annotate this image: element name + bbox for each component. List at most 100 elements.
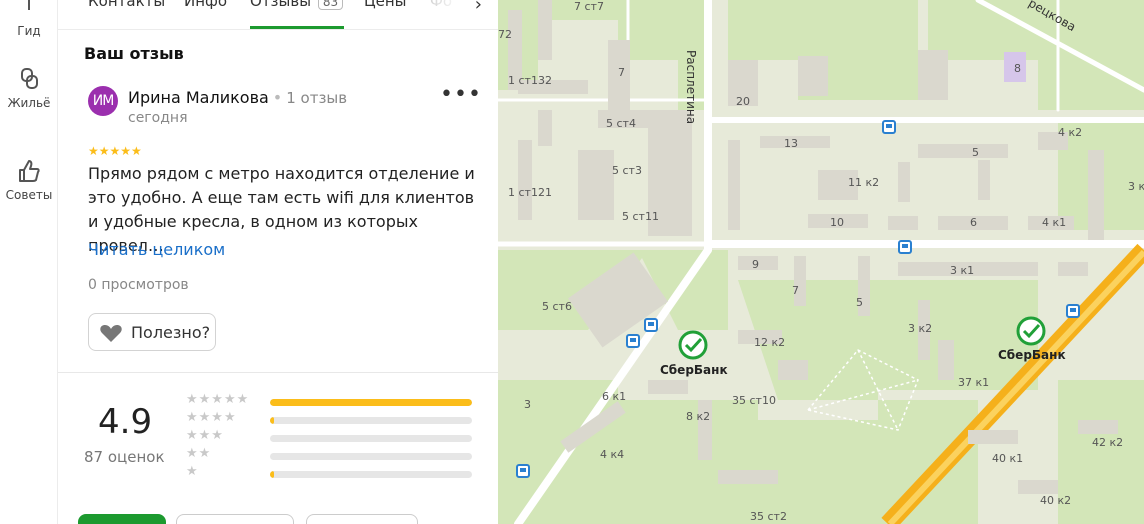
app-root: Гид Жильё Советы Контакты Инфо Отзывы 83… <box>0 0 1144 524</box>
building-number-label: 4 к2 <box>1058 126 1083 139</box>
tab-reviews[interactable]: Отзывы 83 <box>250 0 344 10</box>
rating-row[interactable]: ★★ <box>186 446 476 464</box>
review-author: Ирина Маликова • 1 отзыв <box>128 88 347 107</box>
building-number-label: 5 ст4 <box>606 117 636 130</box>
tabs-bar: Контакты Инфо Отзывы 83 Цены Фо › <box>58 0 498 30</box>
building-number-label: 3 к2 <box>1128 180 1144 193</box>
building-number-label: 8 <box>1014 62 1021 75</box>
rating-row-bar <box>270 435 472 442</box>
rail-item-housing[interactable]: Жильё <box>0 66 58 110</box>
thumbs-up-icon <box>19 160 40 182</box>
sberbank-logo-icon[interactable] <box>1016 316 1046 346</box>
bus-stop-icon[interactable] <box>1066 304 1080 318</box>
read-more-link[interactable]: Читать целиком <box>88 240 225 259</box>
write-review-button[interactable] <box>78 514 166 524</box>
building-number-label: 35 ст2 <box>750 510 787 523</box>
rating-row[interactable]: ★★★★ <box>186 410 476 428</box>
map-canvas <box>498 0 1144 524</box>
review-date: сегодня <box>128 110 188 126</box>
separator: • <box>272 88 283 107</box>
rating-row[interactable]: ★★★★★ <box>186 392 476 410</box>
rating-row-stars: ★★ <box>186 446 212 461</box>
building-number-label: 13 <box>784 137 798 150</box>
building-number-label: 8 к2 <box>686 410 711 423</box>
building-number-label: 5 <box>856 296 863 309</box>
tab-info[interactable]: Инфо <box>184 0 227 10</box>
building-number-label: 5 ст11 <box>622 210 659 223</box>
building-number-label: 7 <box>792 284 799 297</box>
heart-icon <box>100 325 122 342</box>
building-number-label: 5 ст3 <box>612 164 642 177</box>
building-number-label: 1 ст121 <box>508 186 552 199</box>
rating-row-fill <box>270 471 275 478</box>
building-number-label: 4 к4 <box>600 448 625 461</box>
building-number-label: 3 к2 <box>908 322 933 335</box>
filter-button[interactable] <box>306 514 418 524</box>
more-options-icon[interactable]: ••• <box>440 84 482 106</box>
building-number-label: 6 <box>970 216 977 229</box>
building-number-label: 7 <box>618 66 625 79</box>
rating-row-bar <box>270 399 472 406</box>
views-count: 0 просмотров <box>88 277 189 293</box>
building-number-label: 5 ст6 <box>542 300 572 313</box>
rating-row-stars: ★★★★ <box>186 410 237 425</box>
bus-stop-icon[interactable] <box>516 464 530 478</box>
building-number-label: 11 к2 <box>848 176 880 189</box>
rating-row-stars: ★★★ <box>186 428 224 443</box>
rail-item-guide[interactable]: Гид <box>0 0 58 38</box>
building-number-label: 12 к2 <box>754 336 786 349</box>
building-number-label: 3 <box>524 398 531 411</box>
building-number-label: 72 <box>498 28 512 41</box>
building-number-label: 9 <box>752 258 759 271</box>
review-stars: ★★★★★ <box>88 144 142 158</box>
rating-row-fill <box>270 399 472 406</box>
building-number-label: 1 ст132 <box>508 74 552 87</box>
rating-row[interactable]: ★ <box>186 464 476 482</box>
author-reviews-count: 1 отзыв <box>286 89 348 107</box>
rating-row-stars: ★ <box>186 464 199 479</box>
bus-stop-icon[interactable] <box>626 334 640 348</box>
place-label-sberbank[interactable]: СберБанк <box>660 363 728 377</box>
avatar[interactable]: ИМ <box>88 86 118 116</box>
useful-label: Полезно? <box>131 323 211 342</box>
building-number-label: 37 к1 <box>958 376 990 389</box>
building-number-label: 35 ст10 <box>732 394 776 407</box>
section-title: Ваш отзыв <box>84 44 184 63</box>
organization-panel: Контакты Инфо Отзывы 83 Цены Фо › Ваш от… <box>58 0 498 524</box>
guide-icon <box>28 0 30 10</box>
rating-row-stars: ★★★★★ <box>186 392 250 407</box>
rating-row-bar <box>270 417 472 424</box>
rail-item-label: Гид <box>17 24 41 38</box>
sberbank-logo-icon[interactable] <box>678 330 708 360</box>
rail-item-tips[interactable]: Советы <box>0 158 58 202</box>
left-rail: Гид Жильё Советы <box>0 0 58 524</box>
tab-contacts[interactable]: Контакты <box>88 0 165 10</box>
divider <box>58 372 498 373</box>
building-number-label: 4 к1 <box>1042 216 1067 229</box>
building-number-label: 5 <box>972 146 979 159</box>
author-name[interactable]: Ирина Маликова <box>128 88 269 107</box>
building-number-label: 40 к1 <box>992 452 1024 465</box>
housing-icon <box>21 68 38 89</box>
rating-row[interactable]: ★★★ <box>186 428 476 446</box>
tab-prices[interactable]: Цены <box>364 0 407 10</box>
bus-stop-icon[interactable] <box>644 318 658 332</box>
rating-row-bar <box>270 453 472 460</box>
rating-score: 4.9 <box>98 402 153 442</box>
rating-row-bar <box>270 471 472 478</box>
tabs-next-arrow-icon[interactable]: › <box>475 0 482 15</box>
active-tab-indicator <box>250 26 344 29</box>
tabs-fade <box>412 0 462 28</box>
sort-button[interactable] <box>176 514 294 524</box>
rating-row-fill <box>270 417 275 424</box>
useful-button[interactable]: Полезно? <box>88 313 216 351</box>
street-label-rasplatina: Расплетина <box>684 50 698 125</box>
building-number-label: 42 к2 <box>1092 436 1124 449</box>
building-number-label: 10 <box>830 216 844 229</box>
rail-item-label: Жильё <box>7 96 51 110</box>
map-view[interactable]: Расплетина рецкова 7 ст7 72 7 20 1 ст132 5 ст… <box>498 0 1144 524</box>
bus-stop-icon[interactable] <box>882 120 896 134</box>
bus-stop-icon[interactable] <box>898 240 912 254</box>
place-label-sberbank[interactable]: СберБанк <box>998 348 1066 362</box>
building-number-label: 7 ст7 <box>574 0 604 13</box>
